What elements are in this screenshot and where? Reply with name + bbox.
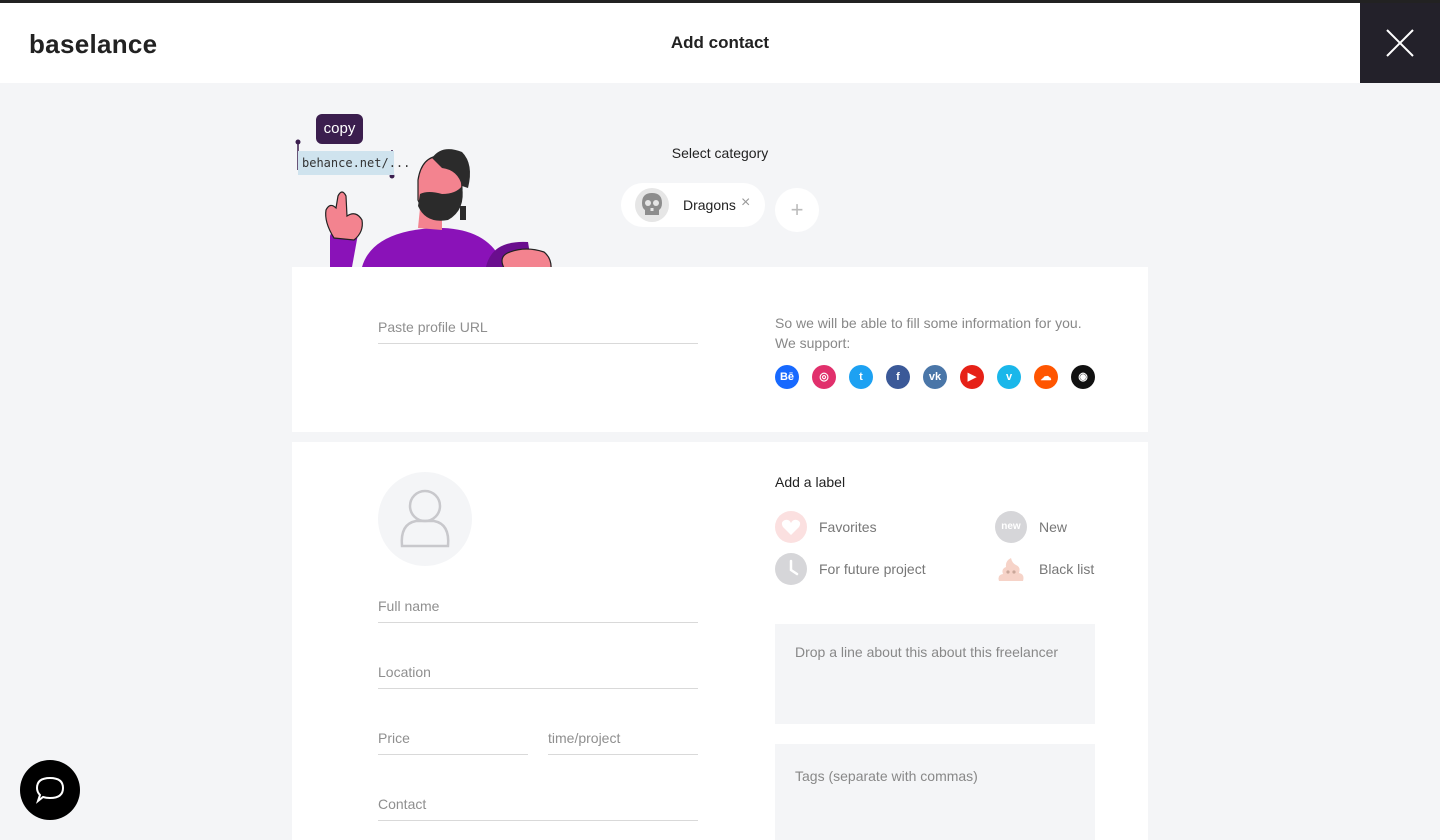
- time-project-field[interactable]: [548, 730, 698, 755]
- location-input[interactable]: [378, 664, 698, 688]
- avatar-upload[interactable]: [378, 472, 472, 566]
- facebook-icon: f: [886, 365, 910, 389]
- note-textarea[interactable]: Drop a line about this about this freela…: [775, 624, 1095, 724]
- label-blacklist[interactable]: Black list: [995, 553, 1094, 585]
- heart-icon: [775, 511, 807, 543]
- profile-url-card: So we will be able to fill some informat…: [292, 267, 1148, 432]
- skull-icon: [635, 188, 669, 222]
- vk-icon: vk: [923, 365, 947, 389]
- contact-details-card: Add a label Favorites new New For future…: [292, 442, 1148, 840]
- category-chip[interactable]: Dragons ×: [621, 183, 765, 227]
- twitter-icon: t: [849, 365, 873, 389]
- supported-networks: Bē ◎ t f vk ▶ v ☁ ◉: [775, 365, 1095, 389]
- full-name-field[interactable]: [378, 598, 698, 623]
- info-line-1: So we will be able to fill some informat…: [775, 315, 1082, 331]
- poop-icon: [995, 553, 1027, 585]
- add-category-button[interactable]: +: [775, 188, 819, 232]
- instagram-icon: ◎: [812, 365, 836, 389]
- full-name-input[interactable]: [378, 598, 698, 622]
- remove-category-icon[interactable]: ×: [741, 194, 750, 212]
- label-future-text: For future project: [819, 561, 926, 577]
- page-title: Add contact: [670, 33, 770, 52]
- label-new[interactable]: new New: [995, 511, 1067, 543]
- label-new-text: New: [1039, 519, 1068, 535]
- soundcloud-icon: ☁: [1034, 365, 1058, 389]
- profile-url-input[interactable]: [378, 319, 698, 343]
- header: baselance Add contact: [0, 3, 1440, 83]
- close-button[interactable]: [1360, 3, 1440, 83]
- label-blacklist-text: Black list: [1039, 561, 1095, 577]
- youtube-icon: ▶: [960, 365, 984, 389]
- location-field[interactable]: [378, 664, 698, 689]
- chat-bubble-icon: [35, 776, 65, 804]
- vimeo-icon: v: [997, 365, 1021, 389]
- user-placeholder-icon: [400, 489, 450, 548]
- info-line-2: We support:: [775, 335, 851, 351]
- label-favorites-text: Favorites: [819, 519, 877, 535]
- add-label-title: Add a label: [775, 474, 846, 490]
- clock-icon: [775, 553, 807, 585]
- profile-url-field[interactable]: [378, 319, 698, 344]
- new-badge-icon: new: [995, 511, 1027, 543]
- chat-button[interactable]: [20, 760, 80, 820]
- price-input[interactable]: [378, 730, 528, 754]
- price-field[interactable]: [378, 730, 528, 755]
- github-icon: ◉: [1071, 365, 1095, 389]
- supported-info: So we will be able to fill some informat…: [775, 313, 1105, 353]
- time-project-input[interactable]: [548, 730, 698, 754]
- category-chip-label: Dragons: [683, 197, 736, 213]
- category-label: Select category: [671, 145, 769, 161]
- contact-field[interactable]: [378, 796, 698, 821]
- close-icon: [1386, 29, 1414, 57]
- contact-input[interactable]: [378, 796, 698, 820]
- behance-icon: Bē: [775, 365, 799, 389]
- tags-textarea[interactable]: Tags (separate with commas): [775, 744, 1095, 840]
- label-favorites[interactable]: Favorites: [775, 511, 877, 543]
- label-future-project[interactable]: For future project: [775, 553, 926, 585]
- copy-bubble: copy: [316, 114, 363, 144]
